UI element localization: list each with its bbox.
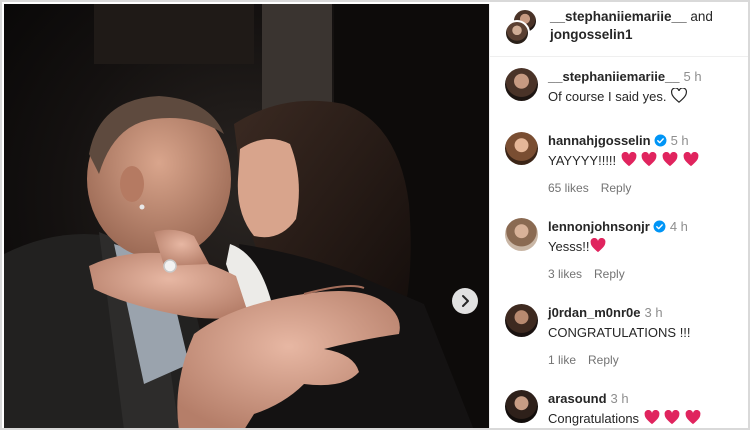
collab-avatars[interactable]: [504, 8, 540, 46]
avatar[interactable]: [505, 218, 538, 251]
comment-username[interactable]: arasound: [548, 391, 607, 406]
comments-panel: __stephaniiemariie__ and jongosselin1 __…: [489, 4, 748, 428]
reply-button[interactable]: Reply: [588, 353, 619, 367]
post-author-line: __stephaniiemariie__ and: [550, 8, 713, 26]
comment-item: hannahjgosselin 5 h YAYYYY!!!!! 65 likes R…: [490, 130, 748, 200]
comment-time: 3 h: [644, 305, 663, 320]
comment-username[interactable]: j0rdan_m0nr0e: [548, 305, 641, 320]
avatar[interactable]: [504, 20, 530, 46]
comment-text: CONGRATULATIONS !!!: [548, 325, 691, 340]
comment-text: Of course I said yes.: [548, 89, 667, 104]
avatar[interactable]: [505, 390, 538, 423]
comment-text: Congratulations: [548, 411, 640, 426]
comment-time: 5 h: [683, 69, 702, 84]
comment-likes[interactable]: 1 like: [548, 353, 576, 367]
comment-username[interactable]: lennonjohnsonjr: [548, 219, 650, 234]
photo-illustration: [4, 4, 489, 428]
chevron-right-icon: [462, 295, 469, 307]
white-heart-icon: [671, 88, 688, 103]
comment-likes[interactable]: 65 likes: [548, 181, 589, 195]
post-photo: [4, 4, 489, 428]
red-heart-icon: [664, 410, 680, 425]
red-heart-icon: [621, 152, 637, 167]
verified-badge-icon: [654, 134, 667, 147]
comment-username[interactable]: __stephaniiemariie__: [548, 69, 680, 84]
red-heart-icon: [644, 410, 660, 425]
post-viewer: __stephaniiemariie__ and jongosselin1 __…: [0, 0, 750, 430]
avatar[interactable]: [505, 132, 538, 165]
comment-text: YAYYYY!!!!!: [548, 153, 617, 168]
red-heart-icon: [662, 152, 678, 167]
comment-item: j0rdan_m0nr0e 3 h CONGRATULATIONS !!! 1 l…: [490, 302, 748, 372]
red-heart-icon: [685, 410, 701, 425]
comment-text: Yesss!!: [548, 239, 590, 254]
avatar[interactable]: [505, 68, 538, 101]
reply-button[interactable]: Reply: [594, 267, 625, 281]
post-header: __stephaniiemariie__ and jongosselin1: [490, 4, 748, 57]
reply-button[interactable]: Reply: [601, 181, 632, 195]
verified-badge-icon: [653, 220, 666, 233]
next-photo-button[interactable]: [452, 288, 478, 314]
comment-likes[interactable]: 3 likes: [548, 267, 582, 281]
comment-item: lennonjohnsonjr 4 h Yesss!! 3 likes Reply: [490, 216, 748, 286]
red-heart-icon: [591, 238, 606, 253]
comment-item: __stephaniiemariie__ 5 h Of course I said…: [490, 66, 748, 116]
comment-item: arasound 3 h Congratulations: [490, 388, 748, 428]
comment-time: 5 h: [670, 133, 689, 148]
comment-username[interactable]: hannahjgosselin: [548, 133, 651, 148]
conjunction-text: and: [690, 9, 713, 24]
comment-time: 3 h: [610, 391, 629, 406]
author-username[interactable]: __stephaniiemariie__: [550, 9, 687, 24]
comment-time: 4 h: [669, 219, 688, 234]
red-heart-icon: [642, 152, 657, 167]
coauthor-username[interactable]: jongosselin1: [550, 26, 633, 44]
red-heart-icon: [683, 152, 699, 167]
avatar[interactable]: [505, 304, 538, 337]
